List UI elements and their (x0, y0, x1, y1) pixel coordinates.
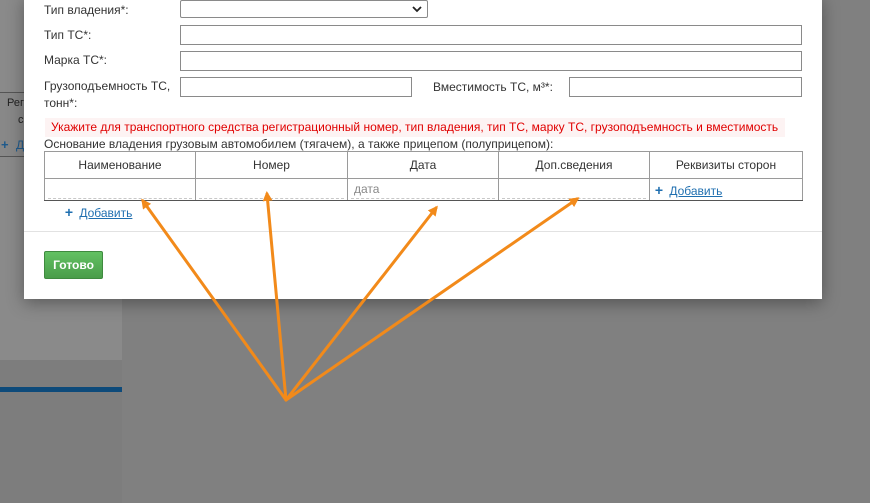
ownership-basis-label: Основание владения грузовым автомобилем … (44, 137, 554, 151)
header-name: Наименование (44, 151, 196, 179)
background-text-line2: с (18, 114, 24, 126)
header-number: Номер (195, 151, 348, 179)
chevron-down-icon (412, 6, 422, 13)
background-lower-panel (0, 360, 122, 503)
parties-add-control[interactable]: + Добавить (650, 181, 722, 198)
header-date: Дата (347, 151, 499, 179)
vehicle-brand-label: Марка ТС*: (44, 53, 107, 67)
parties-add-link[interactable]: Добавить (669, 184, 722, 198)
table-row: дата + Добавить (44, 178, 803, 201)
ownership-basis-table: Наименование Номер Дата Доп.сведения Рек… (44, 151, 803, 201)
done-button[interactable]: Готово (44, 251, 103, 279)
plus-icon: + (654, 181, 664, 198)
plus-icon: + (1, 137, 9, 152)
add-row-control[interactable]: + Добавить (62, 204, 132, 220)
cell-parties: + Добавить (649, 178, 803, 201)
table-header-row: Наименование Номер Дата Доп.сведения Рек… (44, 151, 803, 179)
vehicle-modal: Тип владения*: Тип ТС*: Марка ТС*: Грузо… (24, 0, 822, 299)
header-parties: Реквизиты сторон (649, 151, 803, 179)
number-input[interactable] (199, 180, 344, 199)
modal-divider (24, 231, 822, 232)
add-row-link[interactable]: Добавить (79, 206, 132, 220)
background-add-link[interactable]: Д (16, 138, 24, 152)
vehicle-type-label: Тип ТС*: (44, 28, 92, 42)
cell-number (195, 178, 348, 201)
plus-icon: + (64, 204, 74, 220)
validation-notice: Укажите для транспортного средства регис… (45, 118, 785, 137)
vehicle-brand-input[interactable] (180, 51, 802, 71)
header-extra: Доп.сведения (498, 151, 650, 179)
capacity-label-line2: тонн*: (44, 96, 78, 110)
cell-date: дата (347, 178, 499, 201)
background-blue-bar (0, 387, 122, 392)
date-input[interactable]: дата (351, 180, 495, 199)
capacity-input[interactable] (180, 77, 412, 97)
name-input[interactable] (48, 180, 192, 199)
vehicle-type-input[interactable] (180, 25, 802, 45)
background-text-line1: Рег (7, 97, 24, 109)
extra-info-input[interactable] (502, 180, 646, 199)
cell-extra (498, 178, 650, 201)
volume-input[interactable] (569, 77, 802, 97)
cell-name (44, 178, 196, 201)
ownership-type-label: Тип владения*: (44, 3, 129, 17)
ownership-type-select[interactable] (180, 0, 428, 18)
capacity-label-line1: Грузоподъемность ТС, (44, 79, 171, 93)
volume-label: Вместимость ТС, м³*: (433, 80, 553, 94)
